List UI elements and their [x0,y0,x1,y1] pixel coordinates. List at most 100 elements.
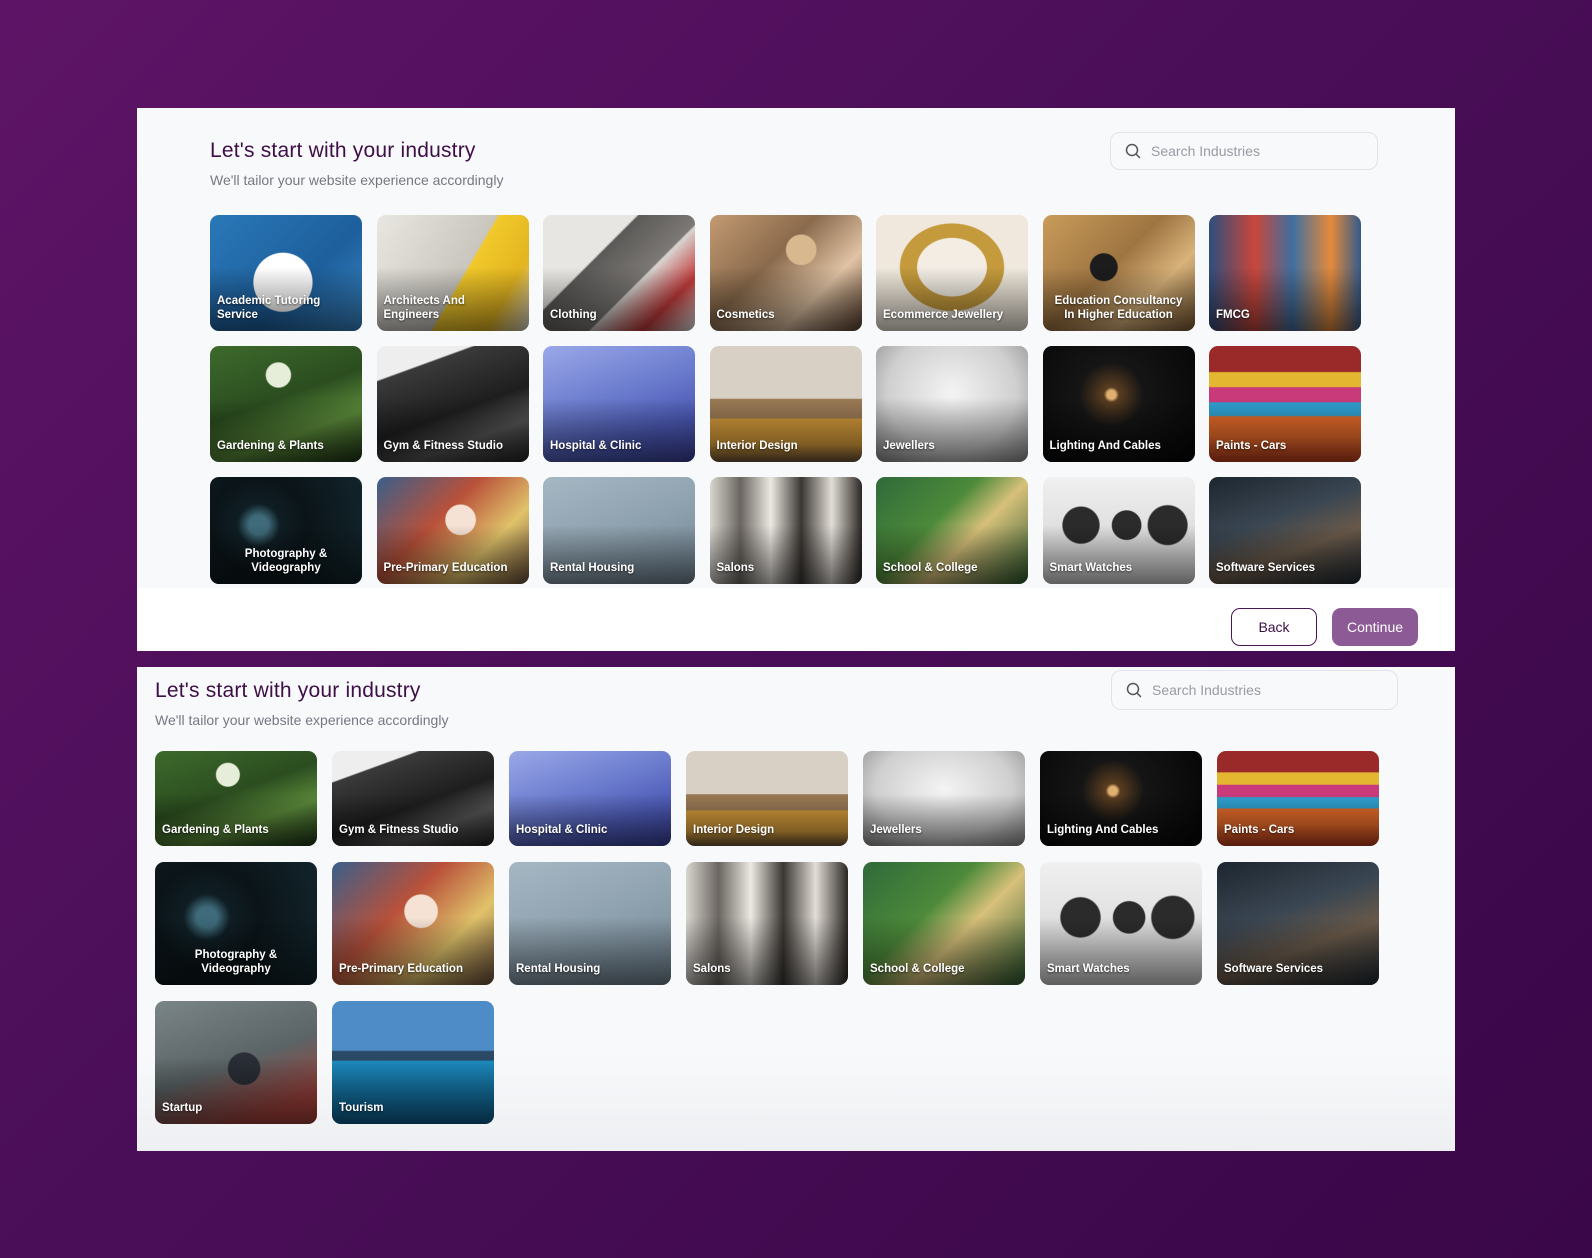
industry-card-label: Salons [693,963,731,975]
industry-card-cosmetics[interactable]: Cosmetics [709,215,862,331]
industry-card-label: Hospital & Clinic [550,440,642,452]
industry-card-hospital-and-clinic[interactable]: Hospital & Clinic [509,751,671,846]
industry-card-software-services[interactable]: Software Services [1209,477,1361,584]
search-placeholder: Search Industries [1151,143,1260,159]
card-shade [863,793,1025,846]
card-shade [709,525,862,584]
card-shade [332,793,494,846]
industry-card-label: Interior Design [716,440,798,452]
industry-card-pre-primary-education[interactable]: Pre-Primary Education [376,477,529,584]
industry-card-gardening-and-plants[interactable]: Gardening & Plants [210,346,362,462]
industry-card-clothing[interactable]: Clothing [543,215,695,331]
card-shade [876,525,1028,584]
industry-card-label: Architects And Engineers [383,295,465,321]
page-subtitle: We'll tailor your website experience acc… [155,712,449,728]
footer-bar: Back Continue [137,588,1455,651]
industry-card-lighting-and-cables[interactable]: Lighting And Cables [1040,751,1202,846]
industry-card-lighting-and-cables[interactable]: Lighting And Cables [1042,346,1195,462]
industry-card-school-and-college[interactable]: School & College [863,862,1025,985]
search-icon [1125,143,1141,159]
industry-card-fmcg[interactable]: FMCG [1209,215,1361,331]
industry-card-label: Smart Watches [1047,963,1130,975]
search-icon [1126,682,1142,698]
page-title: Let's start with your industry [210,139,476,162]
industry-card-label: Gardening & Plants [162,824,269,836]
industry-card-label: Photography & Videography [244,548,328,574]
industry-card-paints-cars[interactable]: Paints - Cars [1217,751,1379,846]
industry-card-software-services[interactable]: Software Services [1217,862,1379,985]
industry-card-smart-watches[interactable]: Smart Watches [1042,477,1195,584]
industry-card-label: Tourism [339,1102,384,1114]
card-shade [509,793,671,846]
search-placeholder: Search Industries [1152,682,1261,698]
industry-picker-panel-scrolled: Let's start with your industry We'll tai… [137,667,1455,1151]
industry-card-ecommerce-jewellery[interactable]: Ecommerce Jewellery [876,215,1028,331]
industry-card-label: Pre-Primary Education [339,963,463,975]
industry-card-photography-and-videography[interactable]: Photography & Videography [210,477,362,584]
industry-card-label: Software Services [1216,562,1316,574]
card-shade [543,525,695,584]
industry-card-label: Photography & Videography [194,949,278,975]
industry-card-gym-and-fitness-studio[interactable]: Gym & Fitness Studio [376,346,529,462]
industry-card-salons[interactable]: Salons [709,477,862,584]
industry-card-label: Salons [716,562,755,574]
continue-button[interactable]: Continue [1332,608,1418,646]
industry-card-interior-design[interactable]: Interior Design [686,751,848,846]
industry-card-academic-tutoring-service[interactable]: Academic Tutoring Service [210,215,362,331]
industry-card-label: Pre-Primary Education [383,562,508,574]
industry-card-label: Rental Housing [550,562,635,574]
industry-card-label: Interior Design [693,824,775,836]
industry-card-label: Education Consultancy In Higher Educatio… [1054,295,1183,321]
industry-card-label: Jewellers [870,824,922,836]
industry-card-label: School & College [883,562,978,574]
industry-card-tourism[interactable]: Tourism [332,1001,494,1124]
industry-card-gardening-and-plants[interactable]: Gardening & Plants [155,751,317,846]
industry-card-hospital-and-clinic[interactable]: Hospital & Clinic [543,346,695,462]
industry-card-label: Ecommerce Jewellery [883,309,1004,321]
industry-card-salons[interactable]: Salons [686,862,848,985]
industry-card-label: Rental Housing [516,963,601,975]
industry-card-rental-housing[interactable]: Rental Housing [509,862,671,985]
industry-card-label: Jewellers [883,440,935,452]
industry-card-pre-primary-education[interactable]: Pre-Primary Education [332,862,494,985]
industry-card-gym-and-fitness-studio[interactable]: Gym & Fitness Studio [332,751,494,846]
back-button[interactable]: Back [1231,608,1317,646]
industry-card-jewellers[interactable]: Jewellers [876,346,1028,462]
search-input[interactable]: Search Industries [1110,132,1378,170]
industry-card-label: Hospital & Clinic [516,824,608,836]
industry-card-label: Smart Watches [1049,562,1133,574]
page-title: Let's start with your industry [155,679,421,702]
card-shade [1040,793,1202,846]
industry-card-startup[interactable]: Startup [155,1001,317,1124]
industry-card-label: School & College [870,963,965,975]
industry-card-label: Paints - Cars [1216,440,1287,452]
industry-card-jewellers[interactable]: Jewellers [863,751,1025,846]
card-shade [686,793,848,846]
industry-card-interior-design[interactable]: Interior Design [709,346,862,462]
industry-card-label: Gym & Fitness Studio [383,440,504,452]
industry-card-rental-housing[interactable]: Rental Housing [543,477,695,584]
card-shade [1209,525,1361,584]
industry-card-paints-cars[interactable]: Paints - Cars [1209,346,1361,462]
industry-picker-panel: Let's start with your industry We'll tai… [137,108,1455,651]
industry-card-label: Gym & Fitness Studio [339,824,459,836]
industry-card-label: Lighting And Cables [1049,440,1161,452]
industry-card-label: Cosmetics [716,309,775,321]
industry-card-label: Startup [162,1102,203,1114]
industry-card-architects-and-engineers[interactable]: Architects And Engineers [376,215,529,331]
industry-card-label: Software Services [1224,963,1324,975]
card-shade [155,793,317,846]
industry-card-smart-watches[interactable]: Smart Watches [1040,862,1202,985]
card-shade [376,525,529,584]
card-shade [1217,793,1379,846]
card-shade [1042,525,1195,584]
industry-card-school-and-college[interactable]: School & College [876,477,1028,584]
industry-card-photography-and-videography[interactable]: Photography & Videography [155,862,317,985]
search-input[interactable]: Search Industries [1111,670,1398,710]
industry-card-education-consultancy-in-higher-education[interactable]: Education Consultancy In Higher Educatio… [1042,215,1195,331]
industry-card-label: Gardening & Plants [217,440,324,452]
industry-card-label: FMCG [1216,309,1250,321]
industry-card-label: Lighting And Cables [1047,824,1159,836]
industry-card-label: Clothing [550,309,597,321]
industry-card-label: Academic Tutoring Service [217,295,321,321]
